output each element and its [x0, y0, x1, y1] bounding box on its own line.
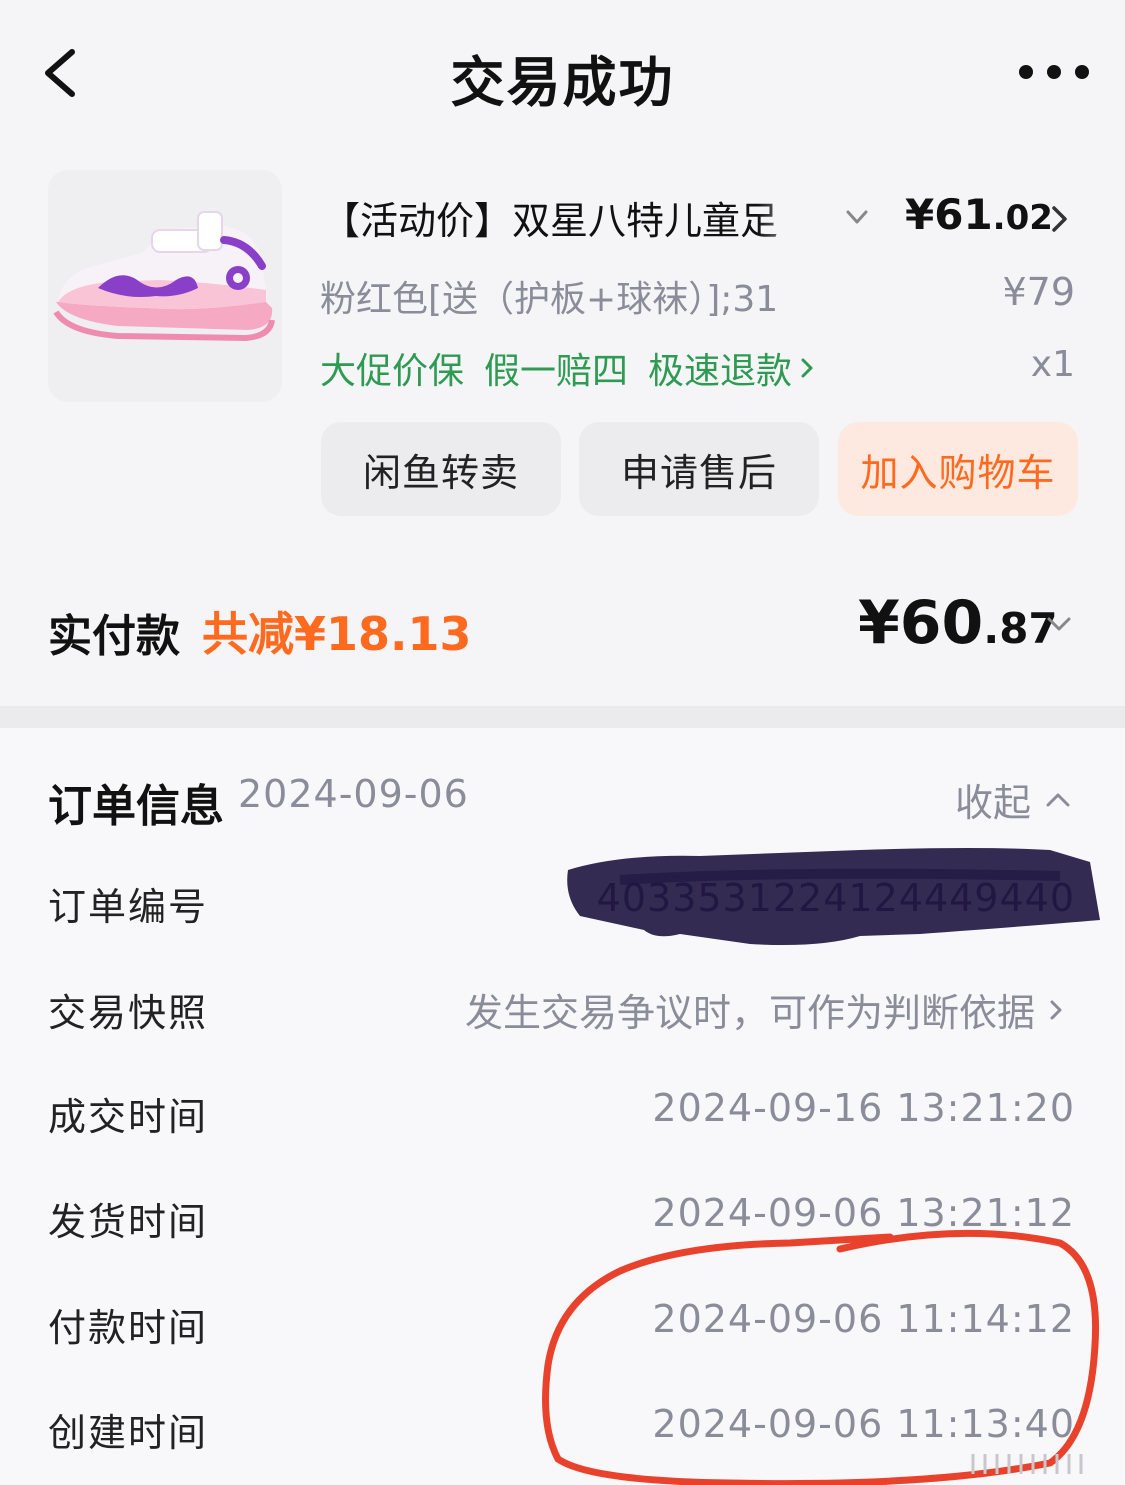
service-price-protect: 大促价保 [320, 351, 465, 392]
pay-time-label: 付款时间 [48, 1306, 209, 1350]
snapshot-label: 交易快照 [48, 991, 209, 1035]
product-image[interactable] [48, 170, 282, 402]
payment-expand-button[interactable] [1042, 610, 1076, 638]
service-fake-compensation: 假一赔四 [484, 351, 629, 392]
add-to-cart-button[interactable]: 加入购物车 [838, 422, 1078, 516]
order-number-label: 订单编号 [48, 885, 209, 929]
redaction-scribble [567, 848, 1100, 945]
chevron-up-icon [1046, 793, 1070, 806]
chevron-right-icon [1052, 206, 1067, 232]
page-title: 交易成功 [450, 51, 675, 114]
create-time-label: 创建时间 [48, 1411, 209, 1455]
ship-time-label: 发货时间 [48, 1200, 209, 1244]
watermark-logo-icon [971, 1454, 1083, 1474]
order-info-date: 2024-09-06 [238, 772, 469, 816]
product-spec: 粉红色[送（护板+球袜）];31 [320, 279, 779, 320]
unit-price-integer: ¥61 [905, 190, 993, 239]
expand-title-button[interactable] [840, 200, 874, 234]
chevron-right-icon [1050, 1000, 1062, 1019]
snapshot-link[interactable]: 发生交易争议时，可作为判断依据 [465, 982, 1067, 1037]
more-dot-icon [1075, 65, 1089, 79]
unit-price: ¥61.02 [905, 190, 1053, 239]
collapse-label: 收起 [954, 781, 1031, 825]
deal-time-label: 成交时间 [48, 1095, 209, 1139]
discount-total: 共减¥18.13 [202, 607, 472, 661]
deal-time-value: 2024-09-16 13:21:20 [652, 1086, 1075, 1130]
original-price: ¥79 [1002, 270, 1075, 314]
red-circle-annotation [542, 1229, 1100, 1485]
more-dot-icon [1019, 65, 1033, 79]
paid-amount-label: 实付款 [48, 611, 180, 662]
more-button[interactable] [1019, 62, 1089, 82]
chevron-down-icon [1047, 617, 1071, 631]
product-title[interactable]: 【活动价】双星八特儿童足 [322, 190, 817, 245]
after-sale-button[interactable]: 申请售后 [579, 422, 819, 516]
service-guarantees[interactable]: 大促价保 假一赔四 极速退款 [320, 342, 818, 394]
paid-amount[interactable]: ¥60.87 [858, 588, 1058, 658]
kids-soccer-shoe-image [53, 211, 275, 342]
quantity: x1 [1030, 344, 1075, 385]
chevron-right-icon [801, 358, 813, 378]
price-detail-button[interactable] [1044, 200, 1074, 238]
service-fast-refund: 极速退款 [648, 351, 793, 392]
paid-amount-integer: ¥60 [858, 588, 984, 658]
section-divider [0, 706, 1125, 728]
chevron-down-icon [846, 210, 868, 224]
more-dot-icon [1047, 65, 1061, 79]
order-info-title: 订单信息 [48, 781, 224, 832]
order-detail-page: 交易成功 【活动价】双星八特儿童足 ¥61.02 粉红色[送（护板+球袜）];3… [0, 0, 1125, 1485]
watermark [967, 1448, 1117, 1484]
snapshot-description: 发生交易争议时，可作为判断依据 [464, 991, 1035, 1035]
collapse-button[interactable]: 收起 [955, 772, 1073, 827]
resell-button[interactable]: 闲鱼转卖 [321, 422, 561, 516]
top-bar: 交易成功 [0, 0, 1125, 150]
